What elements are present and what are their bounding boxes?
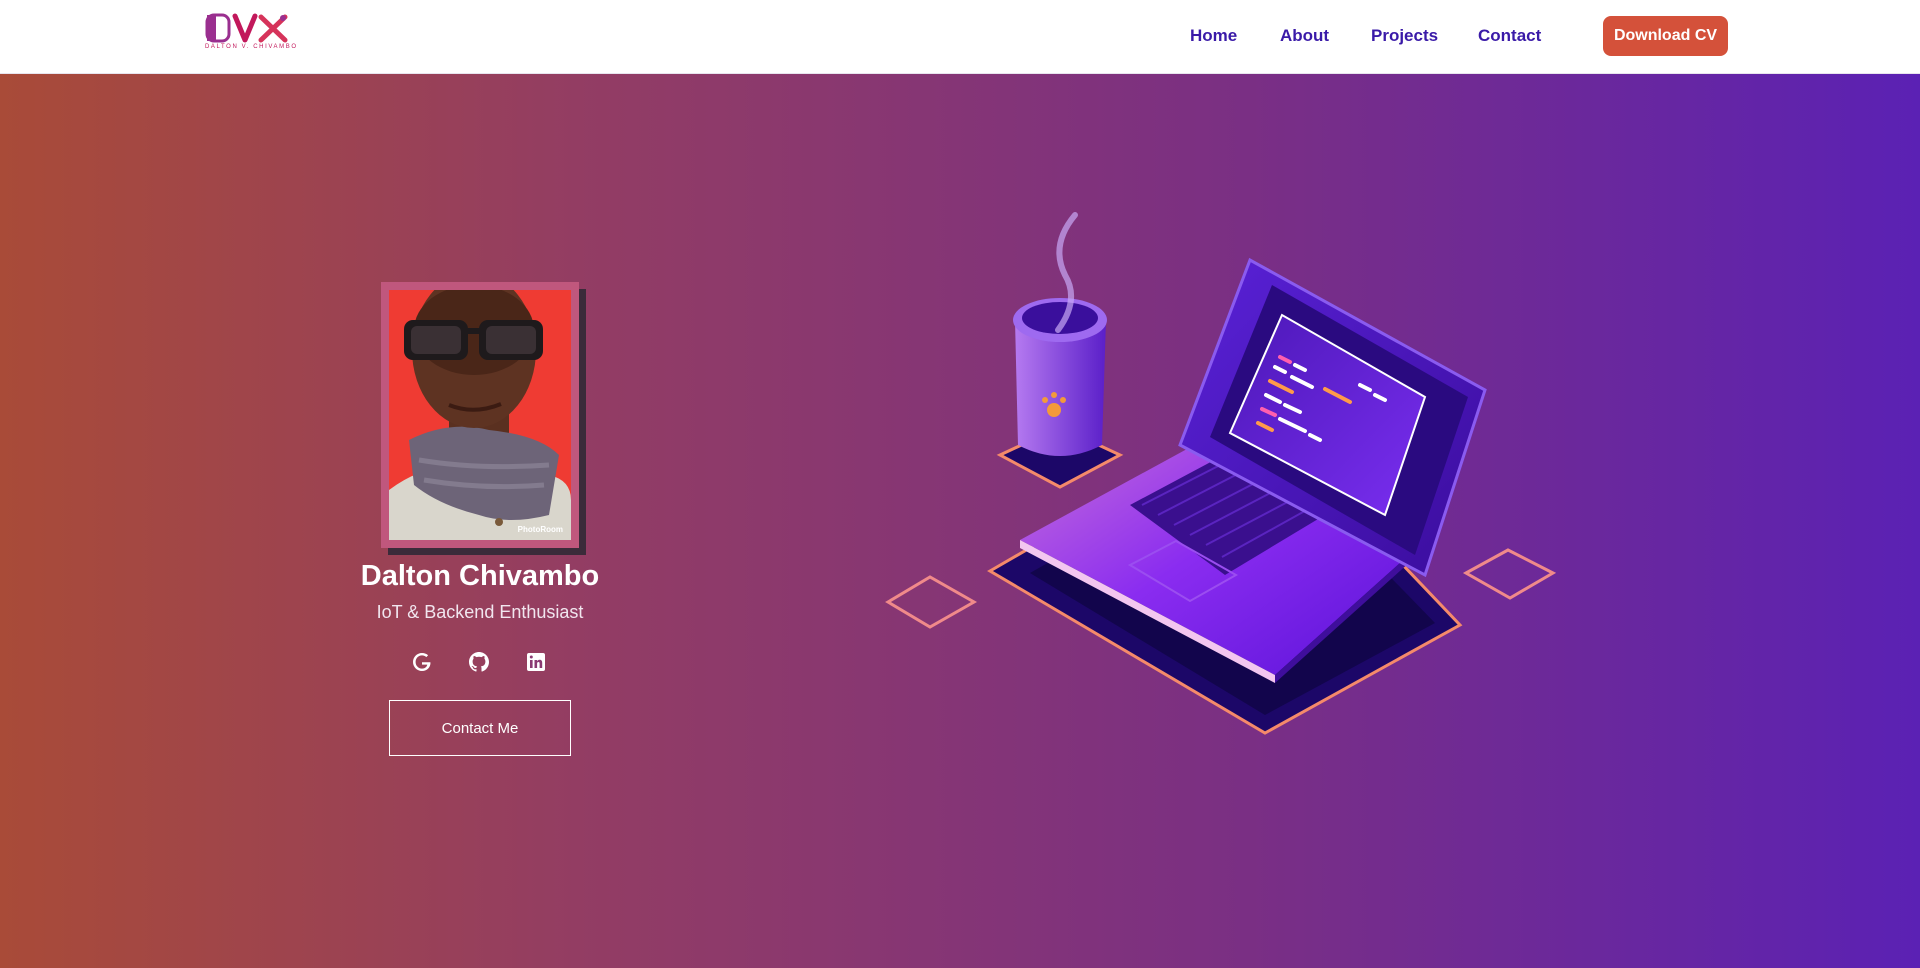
logo-subtitle: DALTON V. CHIVAMBO bbox=[205, 44, 298, 50]
nav-about[interactable]: About bbox=[1280, 26, 1329, 46]
site-logo[interactable]: DALTON V. CHIVAMBO bbox=[205, 12, 298, 54]
nav-contact[interactable]: Contact bbox=[1478, 26, 1541, 46]
site-header: DALTON V. CHIVAMBO Home About Projects C… bbox=[0, 0, 1920, 74]
nav-home[interactable]: Home bbox=[1190, 26, 1237, 46]
nav-projects[interactable]: Projects bbox=[1371, 26, 1438, 46]
profile-photo: PhotoRoom bbox=[381, 282, 586, 555]
social-links bbox=[410, 650, 550, 676]
download-cv-button[interactable]: Download CV bbox=[1603, 16, 1728, 56]
google-icon[interactable] bbox=[410, 650, 434, 674]
portrait-illustration bbox=[389, 290, 571, 540]
profile-name: Dalton Chivambo bbox=[360, 560, 600, 592]
contact-me-button[interactable]: Contact Me bbox=[389, 700, 571, 756]
photo-frame: PhotoRoom bbox=[381, 282, 579, 548]
photo-watermark: PhotoRoom bbox=[517, 525, 563, 534]
laptop-coffee-illustration bbox=[880, 205, 1560, 745]
portrait-image: PhotoRoom bbox=[389, 290, 571, 540]
laptop-icon bbox=[885, 212, 1557, 735]
github-icon[interactable] bbox=[467, 650, 491, 674]
logo-mark bbox=[205, 13, 288, 43]
linkedin-icon[interactable] bbox=[524, 650, 548, 674]
profile-role: IoT & Backend Enthusiast bbox=[376, 602, 584, 622]
